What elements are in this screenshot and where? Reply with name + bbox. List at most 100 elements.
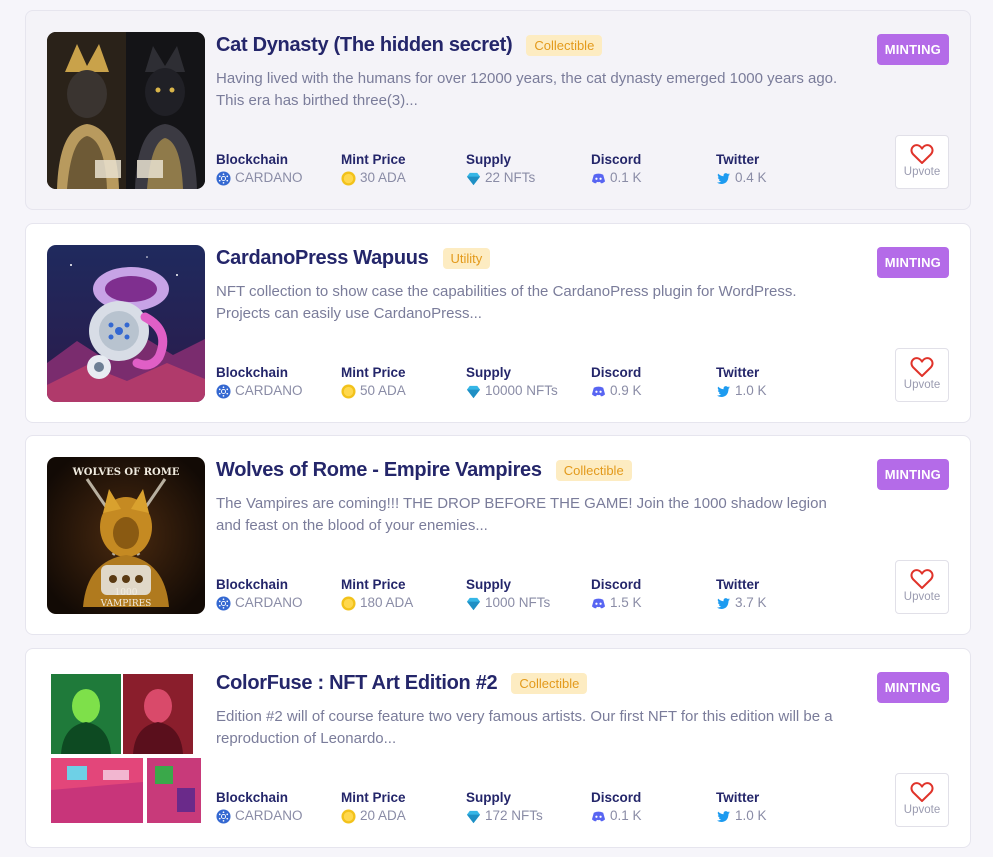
stat-blockchain: Blockchain CARDANO — [216, 365, 341, 400]
minting-status-badge: MINTING — [876, 459, 949, 490]
stat-label: Blockchain — [216, 152, 289, 167]
category-badge: Collectible — [555, 459, 632, 481]
stat-value: 1.0 K — [735, 383, 767, 398]
stat-label: Mint Price — [341, 790, 406, 805]
wapuu-image — [47, 245, 205, 402]
stat-value: CARDANO — [235, 383, 303, 398]
coin-icon — [341, 808, 356, 824]
stat-value: 0.1 K — [610, 170, 642, 185]
stat-label: Twitter — [716, 365, 760, 380]
listing-title[interactable]: ColorFuse : NFT Art Edition #2 — [216, 672, 498, 695]
stat-value: 0.4 K — [735, 170, 767, 185]
coin-icon — [341, 170, 356, 186]
stat-mint-price: Mint Price 180 ADA — [341, 577, 466, 612]
listing-stats: Blockchain CARDANO Mint Price 180 ADA Su… — [216, 577, 841, 612]
nft-thumbnail[interactable] — [47, 32, 205, 189]
upvote-button[interactable]: Upvote — [895, 348, 949, 402]
stat-supply: Supply 10000 NFTs — [466, 365, 591, 400]
stat-supply: Supply 172 NFTs — [466, 790, 591, 825]
stat-label: Blockchain — [216, 790, 289, 805]
upvote-button[interactable]: Upvote — [895, 135, 949, 189]
stat-label: Blockchain — [216, 365, 289, 380]
stat-label: Discord — [591, 152, 642, 167]
stat-label: Supply — [466, 365, 512, 380]
stat-supply: Supply 22 NFTs — [466, 152, 591, 187]
stat-blockchain: Blockchain CARDANO — [216, 790, 341, 825]
listing-title[interactable]: Wolves of Rome - Empire Vampires — [216, 459, 542, 482]
cardano-icon — [216, 595, 231, 611]
image-caption-count: 1000 — [115, 588, 138, 598]
nft-thumbnail[interactable] — [47, 670, 205, 827]
stat-label: Mint Price — [341, 152, 406, 167]
heart-icon — [910, 144, 934, 164]
listing-card[interactable]: Cat Dynasty (The hidden secret) Collecti… — [25, 10, 971, 210]
stat-twitter: Twitter 1.0 K — [716, 365, 841, 400]
cat-dynasty-image — [47, 32, 205, 189]
nft-thumbnail[interactable] — [47, 245, 205, 402]
cardano-icon — [216, 383, 231, 399]
minting-status-badge: MINTING — [876, 672, 949, 703]
heart-icon — [910, 357, 934, 377]
stat-label: Twitter — [716, 577, 760, 592]
listing-stats: Blockchain CARDANO Mint Price 20 ADA Sup… — [216, 790, 841, 825]
listing-title[interactable]: Cat Dynasty (The hidden secret) — [216, 34, 513, 57]
listing-card[interactable]: ColorFuse : NFT Art Edition #2 Collectib… — [25, 648, 971, 848]
stat-value: 172 NFTs — [485, 808, 543, 823]
stat-value: CARDANO — [235, 170, 303, 185]
listing-card[interactable]: WOLVES OF ROME 1000 VAMPIRES Wolves of R… — [25, 435, 971, 635]
listing-stats: Blockchain CARDANO Mint Price 30 ADA Sup… — [216, 152, 841, 187]
upvote-button[interactable]: Upvote — [895, 560, 949, 614]
listing-card[interactable]: CardanoPress Wapuus Utility NFT collecti… — [25, 223, 971, 423]
stat-value: 1.0 K — [735, 808, 767, 823]
minting-status-badge: MINTING — [876, 247, 949, 278]
discord-icon — [591, 809, 606, 824]
discord-icon — [591, 384, 606, 399]
stat-value: 10000 NFTs — [485, 383, 558, 398]
twitter-icon — [716, 809, 731, 824]
stat-label: Mint Price — [341, 365, 406, 380]
stat-label: Discord — [591, 365, 642, 380]
diamond-icon — [466, 809, 481, 824]
discord-icon — [591, 596, 606, 611]
twitter-icon — [716, 596, 731, 611]
stat-value: CARDANO — [235, 808, 303, 823]
listing-stats: Blockchain CARDANO Mint Price 50 ADA Sup… — [216, 365, 841, 400]
stat-blockchain: Blockchain CARDANO — [216, 152, 341, 187]
nft-listing: Cat Dynasty (The hidden secret) Collecti… — [0, 0, 993, 857]
minting-status-badge: MINTING — [876, 34, 949, 65]
stat-label: Discord — [591, 577, 642, 592]
stat-label: Twitter — [716, 152, 760, 167]
category-badge: Collectible — [526, 34, 603, 56]
stat-label: Supply — [466, 790, 512, 805]
cardano-icon — [216, 808, 231, 824]
stat-value: 180 ADA — [360, 595, 414, 610]
stat-value: 0.1 K — [610, 808, 642, 823]
stat-value: 3.7 K — [735, 595, 767, 610]
cardano-icon — [216, 170, 231, 186]
stat-value: 30 ADA — [360, 170, 406, 185]
upvote-button[interactable]: Upvote — [895, 773, 949, 827]
image-caption-name: VAMPIRES — [100, 599, 152, 609]
nft-thumbnail[interactable]: WOLVES OF ROME 1000 VAMPIRES — [47, 457, 205, 614]
stat-value: 0.9 K — [610, 383, 642, 398]
stat-value: 1000 NFTs — [485, 595, 551, 610]
listing-description: Having lived with the humans for over 12… — [216, 70, 838, 109]
upvote-label: Upvote — [903, 166, 941, 178]
category-badge: Collectible — [511, 672, 588, 694]
stat-label: Supply — [466, 577, 512, 592]
stat-value: 22 NFTs — [485, 170, 536, 185]
upvote-label: Upvote — [903, 379, 941, 391]
upvote-label: Upvote — [903, 591, 941, 603]
diamond-icon — [466, 384, 481, 399]
stat-discord: Discord 0.9 K — [591, 365, 716, 400]
stat-mint-price: Mint Price 20 ADA — [341, 790, 466, 825]
category-badge: Utility — [442, 247, 491, 269]
stat-label: Mint Price — [341, 577, 406, 592]
stat-discord: Discord 0.1 K — [591, 152, 716, 187]
stat-twitter: Twitter 0.4 K — [716, 152, 841, 187]
upvote-label: Upvote — [903, 804, 941, 816]
heart-icon — [910, 782, 934, 802]
stat-label: Twitter — [716, 790, 760, 805]
stat-label: Blockchain — [216, 577, 289, 592]
listing-title[interactable]: CardanoPress Wapuus — [216, 247, 429, 270]
